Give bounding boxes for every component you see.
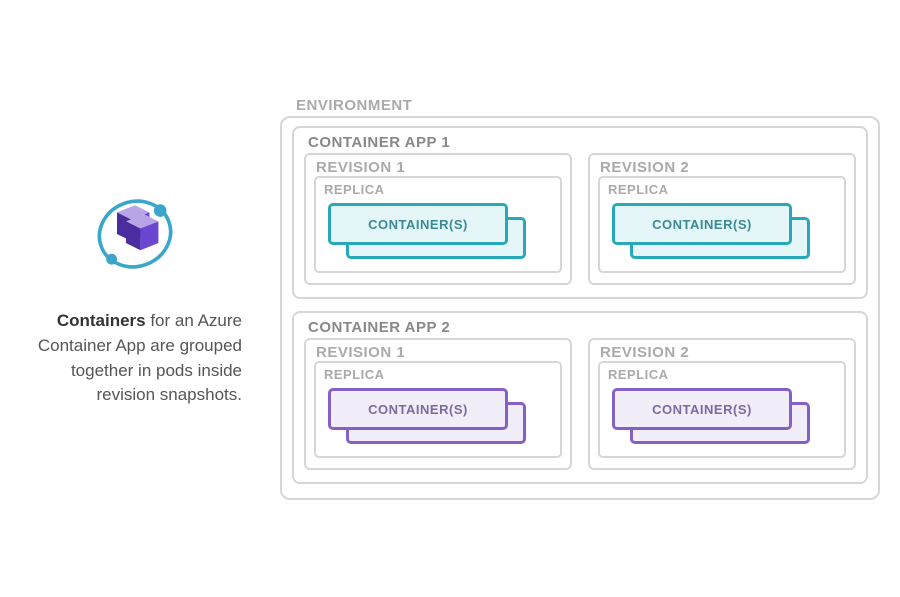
environment-label: ENVIRONMENT	[296, 97, 880, 114]
description-bold: Containers	[57, 311, 146, 330]
replica-box: REPLICA CONTAINER(S)	[598, 176, 846, 273]
app-title: CONTAINER APP 1	[308, 134, 856, 151]
container-apps-icon	[90, 189, 180, 279]
replica-label: REPLICA	[324, 367, 552, 382]
environment-box: CONTAINER APP 1 REVISION 1 REPLICA CONTA…	[280, 116, 880, 500]
container-card-front: CONTAINER(S)	[328, 203, 508, 245]
replica-box: REPLICA CONTAINER(S)	[598, 361, 846, 458]
container-stack: CONTAINER(S)	[328, 203, 548, 257]
replica-box: REPLICA CONTAINER(S)	[314, 361, 562, 458]
revision-box: REVISION 1 REPLICA CONTAINER(S)	[304, 338, 572, 470]
container-stack: CONTAINER(S)	[612, 388, 832, 442]
description-text: Containers for an Azure Container App ar…	[20, 309, 250, 408]
container-app-2: CONTAINER APP 2 REVISION 1 REPLICA CONTA…	[292, 311, 868, 484]
replica-label: REPLICA	[608, 182, 836, 197]
container-card-front: CONTAINER(S)	[612, 203, 792, 245]
revision-title: REVISION 2	[600, 159, 846, 176]
revision-title: REVISION 1	[316, 344, 562, 361]
replica-box: REPLICA CONTAINER(S)	[314, 176, 562, 273]
container-card-front: CONTAINER(S)	[612, 388, 792, 430]
replica-label: REPLICA	[608, 367, 836, 382]
revision-row: REVISION 1 REPLICA CONTAINER(S) REVISION…	[304, 153, 856, 285]
revision-row: REVISION 1 REPLICA CONTAINER(S) REVISION…	[304, 338, 856, 470]
revision-box: REVISION 2 REPLICA CONTAINER(S)	[588, 338, 856, 470]
container-app-1: CONTAINER APP 1 REVISION 1 REPLICA CONTA…	[292, 126, 868, 299]
revision-box: REVISION 2 REPLICA CONTAINER(S)	[588, 153, 856, 285]
revision-box: REVISION 1 REPLICA CONTAINER(S)	[304, 153, 572, 285]
revision-title: REVISION 1	[316, 159, 562, 176]
container-card-front: CONTAINER(S)	[328, 388, 508, 430]
revision-title: REVISION 2	[600, 344, 846, 361]
container-stack: CONTAINER(S)	[328, 388, 548, 442]
replica-label: REPLICA	[324, 182, 552, 197]
description-column: Containers for an Azure Container App ar…	[20, 189, 280, 408]
container-stack: CONTAINER(S)	[612, 203, 832, 257]
app-title: CONTAINER APP 2	[308, 319, 856, 336]
diagram-column: ENVIRONMENT CONTAINER APP 1 REVISION 1 R…	[280, 97, 880, 500]
